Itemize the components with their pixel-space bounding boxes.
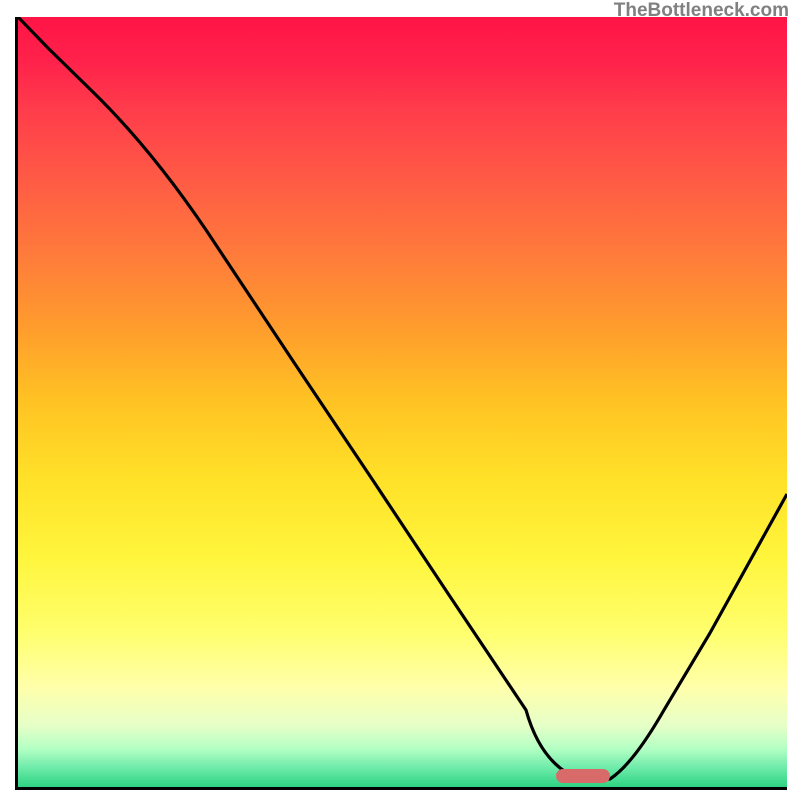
y-axis <box>15 17 18 790</box>
optimal-marker <box>556 769 610 783</box>
chart-overlay <box>18 17 787 787</box>
chart-container: TheBottleneck.com <box>0 0 800 800</box>
x-axis <box>18 787 787 790</box>
bottleneck-curve <box>18 17 787 779</box>
